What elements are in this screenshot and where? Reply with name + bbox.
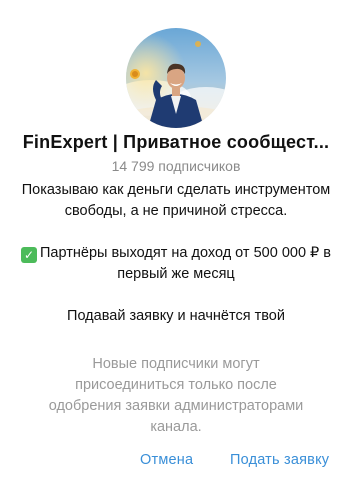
description-line: Показываю как деньги сделать инструменто… [21, 182, 331, 219]
channel-title: FinExpert | Приватное сообщест... [22, 132, 330, 152]
check-mark-icon: ✓ [21, 247, 37, 263]
submit-request-button[interactable]: Подать заявку [230, 452, 329, 468]
approval-note: Новые подписчики могут присоединиться то… [48, 356, 304, 435]
avatar-photo-icon [126, 28, 226, 128]
description-cta-line: Подавай заявку и начнётся твой [67, 308, 285, 324]
channel-avatar [126, 28, 226, 128]
promo-text: Партнёры выходят на доход от 500 000 ₽ в… [40, 245, 331, 282]
description-promo-line: ✓ Партнёры выходят на доход от 500 000 ₽ … [20, 243, 332, 285]
subscriber-count: 14 799 подписчиков [111, 158, 241, 174]
join-request-dialog: FinExpert | Приватное сообщест... 14 799… [0, 0, 352, 483]
cancel-button[interactable]: Отмена [140, 452, 193, 468]
channel-description: Показываю как деньги сделать инструменто… [20, 180, 332, 327]
dialog-actions: Отмена Подать заявку [0, 452, 352, 472]
